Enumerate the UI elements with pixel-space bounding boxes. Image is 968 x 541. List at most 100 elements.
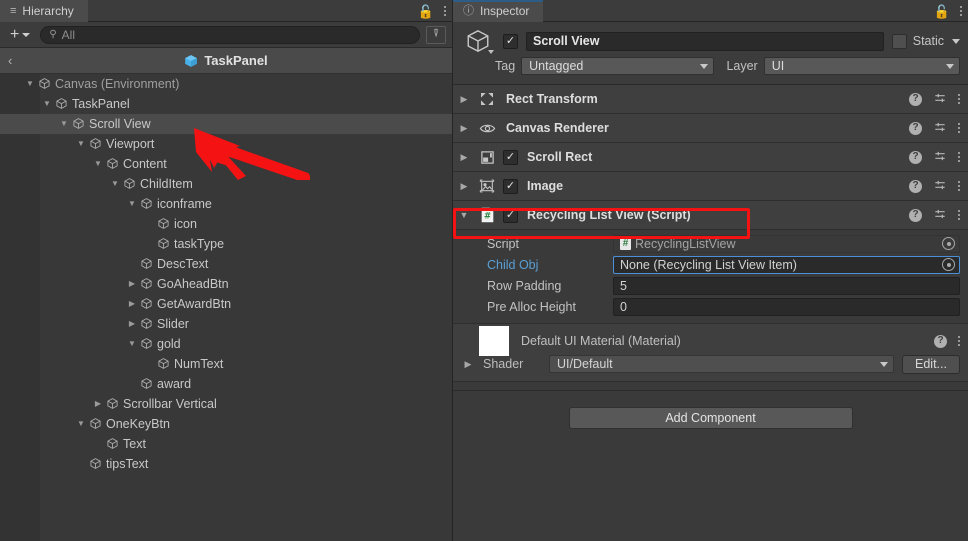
- preset-icon[interactable]: [933, 120, 947, 137]
- component-row[interactable]: ▶ ✓ Image?: [453, 172, 968, 201]
- chevron-down-icon[interactable]: ▼: [457, 210, 471, 220]
- hierarchy-row[interactable]: tipsText: [0, 454, 452, 474]
- kebab-menu-icon[interactable]: [958, 210, 960, 220]
- static-checkbox[interactable]: ✓: [891, 33, 907, 49]
- info-icon: ⓘ: [463, 4, 474, 17]
- add-component-button[interactable]: Add Component: [568, 407, 853, 429]
- gameobject-icon[interactable]: [461, 28, 495, 54]
- kebab-menu-icon[interactable]: [444, 6, 446, 16]
- preset-icon[interactable]: [933, 91, 947, 108]
- help-icon[interactable]: ?: [909, 92, 922, 106]
- hierarchy-row[interactable]: ▶ GetAwardBtn: [0, 294, 452, 314]
- hierarchy-row[interactable]: ▼ ChildItem: [0, 174, 452, 194]
- component-name: Scroll Rect: [527, 150, 593, 164]
- create-button[interactable]: +: [6, 26, 34, 44]
- component-enabled-checkbox[interactable]: ✓: [503, 149, 518, 165]
- component-row[interactable]: ▶ ✓ Scroll Rect?: [453, 143, 968, 172]
- lock-icon[interactable]: 🔓: [934, 5, 950, 18]
- kebab-menu-icon[interactable]: [958, 94, 960, 104]
- chevron-down-icon[interactable]: ▼: [41, 94, 53, 114]
- chevron-right-icon[interactable]: ▶: [457, 181, 471, 192]
- property-field[interactable]: None (Recycling List View Item): [613, 255, 960, 274]
- property-field[interactable]: 0: [613, 297, 960, 316]
- hierarchy-row[interactable]: ▶ Slider: [0, 314, 452, 334]
- object-enabled-checkbox[interactable]: ✓: [503, 33, 518, 49]
- lock-icon[interactable]: 🔓: [418, 5, 434, 18]
- component-enabled-checkbox[interactable]: ✓: [503, 207, 518, 223]
- hierarchy-row[interactable]: award: [0, 374, 452, 394]
- hierarchy-row[interactable]: ▼ OneKeyBtn: [0, 414, 452, 434]
- chevron-right-icon[interactable]: ▶: [126, 274, 138, 294]
- chevron-down-icon[interactable]: ▼: [75, 414, 87, 434]
- property-field[interactable]: # RecyclingListView: [613, 234, 960, 253]
- chevron-right-icon[interactable]: ▶: [457, 94, 471, 105]
- hierarchy-row[interactable]: Text: [0, 434, 452, 454]
- kebab-menu-icon[interactable]: [958, 336, 960, 346]
- chevron-right-icon[interactable]: ▶: [126, 314, 138, 334]
- shader-dropdown[interactable]: UI/Default: [549, 355, 894, 373]
- tab-hierarchy[interactable]: ≡ Hierarchy: [0, 0, 88, 22]
- chevron-right-icon[interactable]: ▶: [457, 123, 471, 134]
- component-row[interactable]: ▶ Canvas Renderer?: [453, 114, 968, 143]
- object-picker-icon[interactable]: [942, 237, 955, 250]
- kebab-menu-icon[interactable]: [958, 181, 960, 191]
- component-tools: ?: [909, 178, 960, 195]
- component-row[interactable]: ▶ Rect Transform?: [453, 85, 968, 114]
- breadcrumb-label[interactable]: TaskPanel: [204, 53, 267, 68]
- hierarchy-row[interactable]: ▼ Viewport: [0, 134, 452, 154]
- hierarchy-row[interactable]: DescText: [0, 254, 452, 274]
- preset-icon[interactable]: [933, 149, 947, 166]
- kebab-menu-icon[interactable]: [958, 123, 960, 133]
- hierarchy-row[interactable]: taskType: [0, 234, 452, 254]
- help-icon[interactable]: ?: [934, 334, 947, 348]
- hierarchy-row[interactable]: NumText: [0, 354, 452, 374]
- property-field[interactable]: 5: [613, 276, 960, 295]
- help-icon[interactable]: ?: [909, 208, 922, 222]
- chevron-down-icon[interactable]: ▼: [126, 334, 138, 354]
- component-tools: ?: [909, 207, 960, 224]
- help-icon[interactable]: ?: [909, 179, 922, 193]
- hierarchy-row[interactable]: ▼ Content: [0, 154, 452, 174]
- chevron-right-icon[interactable]: ▶: [92, 394, 104, 414]
- hierarchy-row[interactable]: ▼ TaskPanel: [0, 94, 452, 114]
- material-foldout-icon[interactable]: ▶: [461, 359, 475, 370]
- object-name-field[interactable]: Scroll View: [526, 31, 884, 51]
- help-icon[interactable]: ?: [909, 121, 922, 135]
- edit-shader-button[interactable]: Edit...: [902, 354, 960, 374]
- hierarchy-row[interactable]: ▶ GoAheadBtn: [0, 274, 452, 294]
- property-value: 0: [620, 299, 627, 314]
- chevron-down-icon[interactable]: ▼: [92, 154, 104, 174]
- hierarchy-toolbar: + ⚲ All ⍒: [0, 22, 452, 48]
- hierarchy-row[interactable]: ▶ Scrollbar Vertical: [0, 394, 452, 414]
- image-icon: [477, 178, 497, 194]
- chevron-left-icon[interactable]: ‹: [8, 53, 12, 68]
- hierarchy-row[interactable]: icon: [0, 214, 452, 234]
- chevron-right-icon[interactable]: ▶: [457, 152, 471, 163]
- component-row[interactable]: ▼ # ✓ Recycling List View (Script)?: [453, 201, 968, 230]
- hierarchy-row[interactable]: ▼ Canvas (Environment): [0, 74, 452, 94]
- tab-inspector[interactable]: ⓘ Inspector: [453, 0, 544, 22]
- add-component-area: Add Component: [453, 391, 968, 541]
- preset-icon[interactable]: [933, 207, 947, 224]
- chevron-down-icon[interactable]: ▼: [109, 174, 121, 194]
- object-picker-icon[interactable]: [942, 258, 955, 271]
- chevron-right-icon[interactable]: ▶: [126, 294, 138, 314]
- hierarchy-row[interactable]: ▼ gold: [0, 334, 452, 354]
- kebab-menu-icon[interactable]: [958, 152, 960, 162]
- kebab-menu-icon[interactable]: [960, 6, 962, 16]
- gameobject-cube-icon: [123, 177, 137, 190]
- component-enabled-checkbox[interactable]: ✓: [503, 178, 518, 194]
- search-input[interactable]: ⚲ All: [40, 25, 420, 44]
- open-in-window-button[interactable]: ⍒: [426, 25, 446, 44]
- hierarchy-row[interactable]: ▼ iconframe: [0, 194, 452, 214]
- layer-dropdown[interactable]: UI: [763, 57, 960, 75]
- chevron-down-icon[interactable]: ▼: [126, 194, 138, 214]
- chevron-down-icon[interactable]: [952, 38, 960, 44]
- chevron-down-icon[interactable]: ▼: [24, 74, 36, 94]
- help-icon[interactable]: ?: [909, 150, 922, 164]
- hierarchy-row[interactable]: ▼ Scroll View: [0, 114, 452, 134]
- chevron-down-icon[interactable]: ▼: [58, 114, 70, 134]
- chevron-down-icon[interactable]: ▼: [75, 134, 87, 154]
- tag-dropdown[interactable]: Untagged: [521, 57, 715, 75]
- preset-icon[interactable]: [933, 178, 947, 195]
